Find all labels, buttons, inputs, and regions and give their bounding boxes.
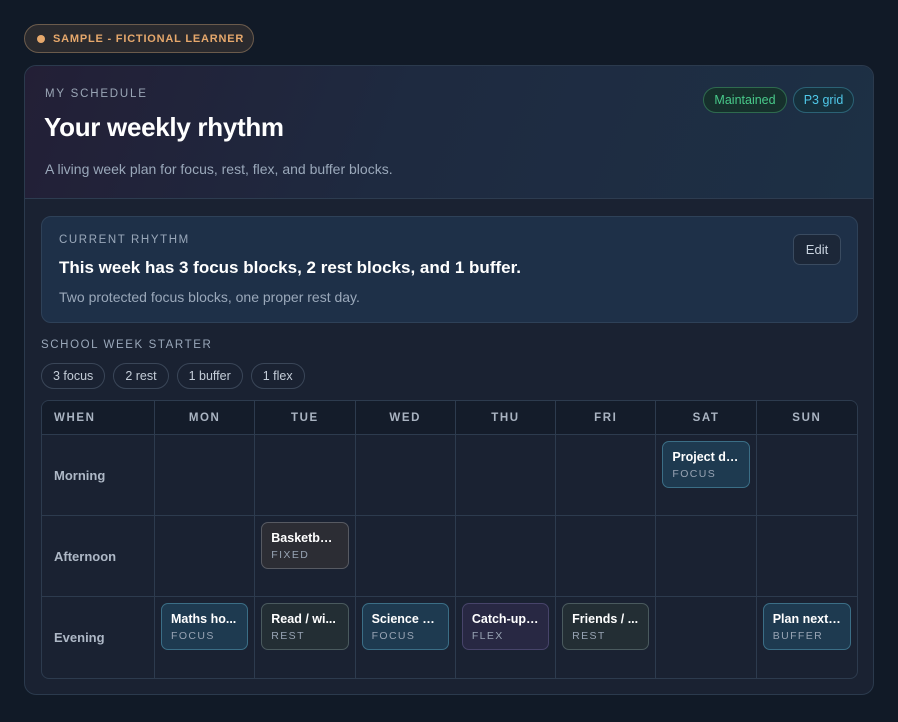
schedule-block[interactable]: Catch-up ... FLEX	[461, 603, 550, 650]
page-title: Your weekly rhythm	[44, 112, 284, 142]
block-title: Maths ho...	[171, 612, 237, 626]
cell-evening-mon[interactable]: Maths ho... FOCUS	[155, 597, 256, 678]
block-title: Project de...	[672, 450, 740, 464]
schedule-block[interactable]: Plan next ... BUFFER	[762, 603, 851, 650]
row-label-morning: Morning	[42, 435, 155, 516]
cell-evening-sun[interactable]: Plan next ... BUFFER	[757, 597, 857, 678]
block-kind: FOCUS	[371, 630, 416, 642]
block-title: Friends / ...	[572, 612, 639, 626]
schedule-block[interactable]: Read / wi... REST	[261, 603, 349, 650]
maintained-tag: Maintained	[703, 87, 787, 113]
week-grid: WHEN MON TUE WED THU FRI SAT SUN Morning…	[41, 400, 858, 679]
day-header-wed: WED	[355, 401, 456, 435]
chip-flex[interactable]: 1 flex	[250, 363, 305, 389]
status-dot-icon	[37, 34, 45, 43]
cell-morning-sat[interactable]: Project de... FOCUS	[656, 435, 757, 516]
sample-badge-label: SAMPLE - FICTIONAL LEARNER	[53, 32, 245, 45]
cell-afternoon-sat[interactable]	[656, 516, 757, 597]
block-title: Catch-up ...	[471, 612, 540, 626]
block-kind: BUFFER	[772, 630, 824, 642]
cell-afternoon-sun[interactable]	[756, 516, 857, 597]
cell-afternoon-tue[interactable]: Basketbal... FIXED	[255, 516, 356, 597]
day-header-tue: TUE	[255, 401, 356, 435]
chip-buffer[interactable]: 1 buffer	[176, 363, 243, 389]
grid-tag: P3 grid	[793, 87, 854, 113]
schedule-block[interactable]: Project de... FOCUS	[662, 441, 750, 488]
block-kind: REST	[572, 630, 606, 642]
starter-label: SCHOOL WEEK STARTER	[41, 339, 213, 351]
rhythm-title: This week has 3 focus blocks, 2 rest blo…	[59, 258, 521, 277]
day-header-sat: SAT	[656, 401, 757, 435]
block-title: Science p...	[371, 612, 439, 626]
day-header-fri: FRI	[556, 401, 657, 435]
cell-evening-tue[interactable]: Read / wi... REST	[255, 597, 356, 678]
block-kind: FIXED	[271, 549, 310, 561]
cell-evening-fri[interactable]: Friends / ... REST	[556, 597, 657, 678]
chip-focus[interactable]: 3 focus	[41, 363, 106, 389]
page-subtitle: A living week plan for focus, rest, flex…	[45, 161, 393, 177]
block-title: Plan next ...	[772, 612, 841, 626]
cell-evening-sat[interactable]	[656, 597, 757, 678]
day-header-mon: MON	[155, 401, 256, 435]
schedule-block[interactable]: Friends / ... REST	[562, 603, 650, 650]
block-title: Read / wi...	[271, 612, 336, 626]
starter-chips: 3 focus 2 rest 1 buffer 1 flex	[41, 363, 305, 389]
rhythm-subtitle: Two protected focus blocks, one proper r…	[59, 289, 360, 305]
cell-morning-fri[interactable]	[556, 435, 657, 516]
cell-morning-sun[interactable]	[756, 435, 857, 516]
day-header-sun: SUN	[756, 401, 857, 435]
cell-afternoon-mon[interactable]	[155, 516, 256, 597]
schedule-block[interactable]: Basketbal... FIXED	[261, 522, 349, 569]
cell-morning-mon[interactable]	[155, 435, 256, 516]
header-eyebrow: MY SCHEDULE	[45, 88, 148, 100]
chip-rest[interactable]: 2 rest	[113, 363, 169, 389]
edit-button[interactable]: Edit	[793, 234, 841, 265]
cell-evening-wed[interactable]: Science p... FOCUS	[356, 597, 456, 678]
grid-corner-label: WHEN	[42, 401, 155, 435]
schedule-block[interactable]: Science p... FOCUS	[361, 603, 449, 650]
block-kind: REST	[271, 630, 305, 642]
rhythm-eyebrow: CURRENT RHYTHM	[59, 234, 190, 246]
schedule-card: MY SCHEDULE Your weekly rhythm A living …	[24, 65, 874, 695]
row-label-afternoon: Afternoon	[42, 516, 155, 597]
sample-badge: SAMPLE - FICTIONAL LEARNER	[24, 24, 254, 53]
schedule-header: MY SCHEDULE Your weekly rhythm A living …	[25, 66, 873, 199]
current-rhythm-panel: CURRENT RHYTHM This week has 3 focus blo…	[41, 216, 858, 323]
cell-evening-thu[interactable]: Catch-up ... FLEX	[456, 597, 557, 678]
cell-afternoon-thu[interactable]	[455, 516, 557, 597]
block-kind: FOCUS	[171, 630, 215, 642]
day-header-thu: THU	[455, 401, 557, 435]
block-kind: FOCUS	[672, 468, 717, 480]
row-label-evening: Evening	[42, 597, 155, 678]
cell-morning-thu[interactable]	[455, 435, 557, 516]
cell-morning-wed[interactable]	[355, 435, 456, 516]
cell-afternoon-fri[interactable]	[556, 516, 657, 597]
block-title: Basketbal...	[271, 531, 339, 545]
cell-morning-tue[interactable]	[255, 435, 356, 516]
schedule-block[interactable]: Maths ho... FOCUS	[161, 603, 249, 650]
cell-afternoon-wed[interactable]	[355, 516, 456, 597]
block-kind: FLEX	[471, 630, 504, 642]
